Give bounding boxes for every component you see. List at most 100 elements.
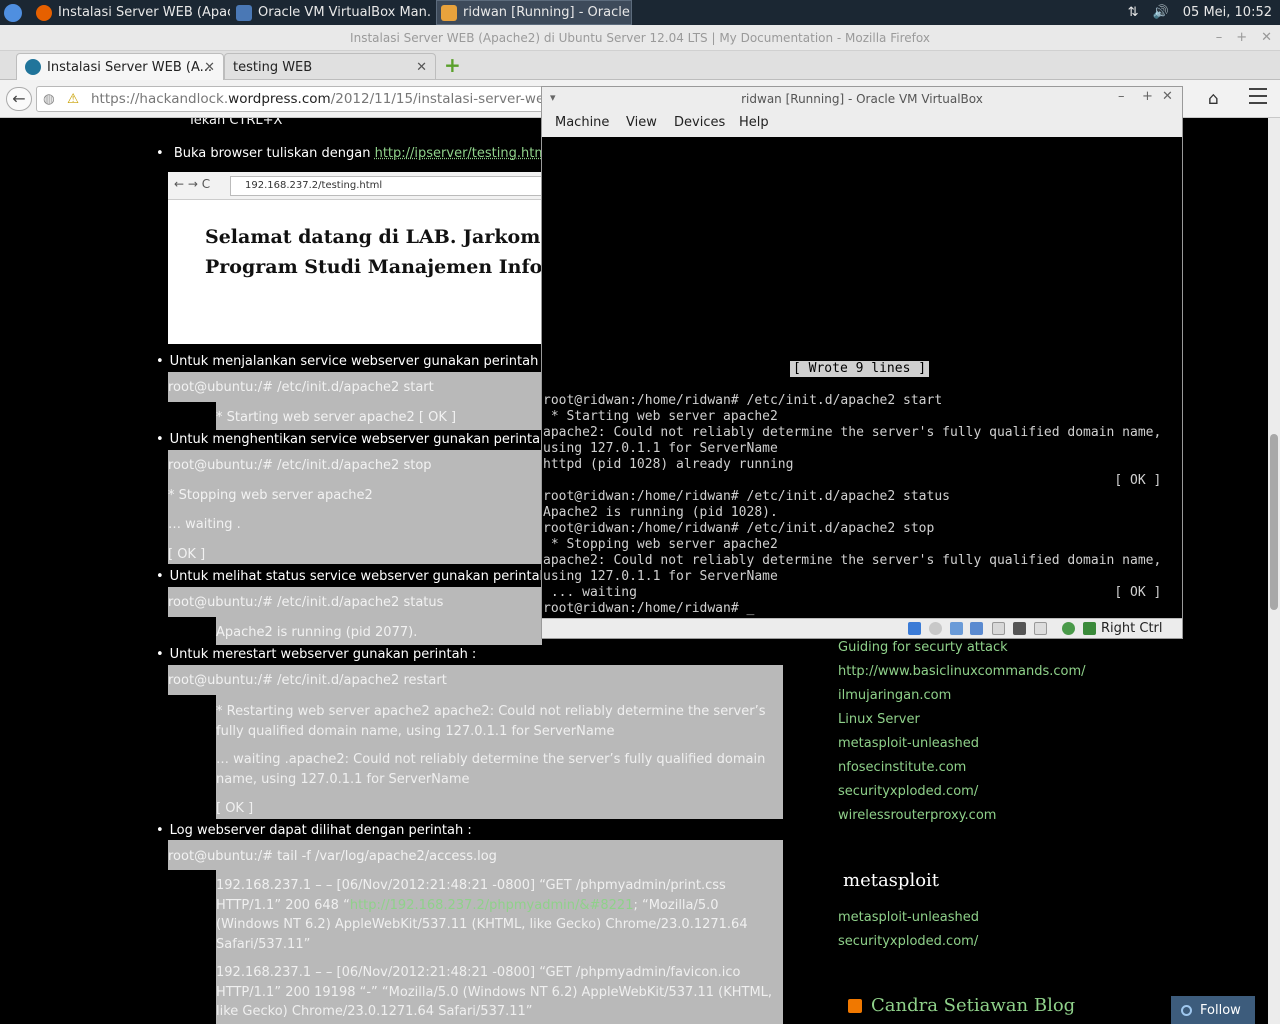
sidebar-link[interactable]: ilmujaringan.com <box>838 688 951 703</box>
screenshot-heading-1: Selamat datang di LAB. Jarkom <box>205 226 541 248</box>
code-output: Apache2 is running (pid 2077). <box>216 625 418 640</box>
home-icon[interactable]: ⌂ <box>1208 89 1219 109</box>
sidebar-link[interactable]: nfosecinstitute.com <box>838 760 966 775</box>
bullet-item: Untuk melihat status service webserver g… <box>156 569 557 584</box>
sidebar-link[interactable]: Guiding for securty attack <box>838 640 1008 655</box>
code-output: … waiting .apache2: Could not reliably d… <box>216 752 766 787</box>
vbox-title-bar: ridwan [Running] - Oracle VM VirtualBox <box>741 92 983 106</box>
tab-close-icon[interactable]: ✕ <box>204 60 215 75</box>
menu-machine[interactable]: Machine <box>555 115 609 130</box>
rss-title-link[interactable]: Candra Setiawan Blog <box>871 995 1075 1016</box>
menu-view[interactable]: View <box>626 115 657 130</box>
follow-button[interactable]: Follow <box>1171 996 1255 1024</box>
follow-label: Follow <box>1200 1002 1241 1018</box>
system-tray: ⇅ 🔊 05 Mei, 10:52 <box>1128 0 1280 25</box>
vm-console-screen[interactable]: [ Wrote 9 lines ] root@ridwan:/home/ridw… <box>542 137 1182 618</box>
new-tab-plus-icon[interactable]: + <box>444 55 462 75</box>
maximize-icon[interactable]: + <box>1236 25 1247 51</box>
sidebar-link[interactable]: securityxploded.com/ <box>838 784 978 799</box>
code-output: … waiting . <box>168 517 241 532</box>
testing-link[interactable]: http://ipserver/testing.htm <box>375 146 547 161</box>
code-line: root@ubuntu:/# /etc/init.d/apache2 start <box>168 380 434 395</box>
shield-icon: ◍ <box>43 91 55 107</box>
terminal-line: using 127.0.1.1 for ServerName <box>543 441 778 456</box>
sidebar-link[interactable]: http://www.basiclinuxcommands.com/ <box>838 664 1086 679</box>
maximize-icon[interactable]: + <box>1142 89 1153 104</box>
bullet-text: Buka browser tuliskan dengan <box>173 146 375 161</box>
back-arrow-icon[interactable]: ← <box>6 87 32 111</box>
sidebar-link[interactable]: securityxploded.com/ <box>838 934 978 949</box>
task-virtualbox-vm[interactable]: ridwan [Running] - Oracle ... <box>436 0 632 25</box>
rss-icon[interactable] <box>848 999 862 1013</box>
terminal-line: root@ridwan:/home/ridwan# /etc/init.d/ap… <box>543 393 943 408</box>
clock[interactable]: 05 Mei, 10:52 <box>1183 5 1272 20</box>
volume-icon[interactable]: 🔊 <box>1153 5 1169 20</box>
network-icon[interactable]: ⇅ <box>1128 5 1139 20</box>
menu-help[interactable]: Help <box>739 115 769 130</box>
mouse-integration-icon[interactable] <box>1062 622 1075 635</box>
tab-label: testing WEB <box>233 59 313 75</box>
menu-devices[interactable]: Devices <box>674 115 725 130</box>
task-virtualbox-manager[interactable]: Oracle VM VirtualBox Man... <box>236 0 430 25</box>
sidebar-link[interactable]: metasploit-unleashed <box>838 736 979 751</box>
code-line: root@ubuntu:/# /etc/init.d/apache2 statu… <box>168 595 444 610</box>
video-capture-icon[interactable] <box>1034 622 1047 635</box>
terminal-line: root@ridwan:/home/ridwan# /etc/init.d/ap… <box>543 489 950 504</box>
terminal-line: httpd (pid 1028) already running <box>543 457 794 472</box>
terminal-line: [ OK ] <box>543 473 1162 488</box>
bullet-item: Log webserver dapat dilihat dengan perin… <box>156 823 472 838</box>
nano-status: [ Wrote 9 lines ] <box>790 361 930 377</box>
log-link[interactable]: http://192.168.237.2/phpmyadmin/&#8221 <box>350 898 634 913</box>
tab-testing-web[interactable]: testing WEB ✕ <box>224 53 436 80</box>
terminal-line: Apache2 is running (pid 1028). <box>543 505 778 520</box>
sidebar-link[interactable]: metasploit-unleashed <box>838 910 979 925</box>
taskbar: Instalasi Server WEB (Apac... Oracle VM … <box>0 0 1280 25</box>
code-output: * Stopping web server apache2 <box>168 488 373 503</box>
terminal-line: ... waiting [ OK ] <box>543 585 1162 600</box>
tab-label: Instalasi Server WEB (A... <box>47 59 213 75</box>
vbox-menubar: Machine View Devices Help <box>542 111 1182 137</box>
instruction-text: Tekan CTRL+X <box>188 118 283 128</box>
menu-icon[interactable] <box>1249 88 1267 104</box>
usb-icon[interactable] <box>950 622 963 635</box>
optical-drive-icon[interactable] <box>929 622 942 635</box>
virtualbox-icon <box>236 4 252 21</box>
log-entry: 192.168.237.1 – – [06/Nov/2012:21:48:21 … <box>216 876 778 954</box>
network-adapter-icon[interactable] <box>970 622 983 635</box>
terminal-line: * Starting web server apache2 <box>543 409 778 424</box>
shared-folder-icon[interactable] <box>992 622 1005 635</box>
code-output: * Restarting web server apache2 apache2:… <box>216 704 766 739</box>
close-icon[interactable]: ✕ <box>1261 25 1272 51</box>
terminal-line: * Stopping web server apache2 <box>543 537 778 552</box>
url-prefix: https://hackandlock. <box>91 91 229 107</box>
task-label: Instalasi Server WEB (Apac... <box>58 5 230 20</box>
firefox-window-buttons: – + ✕ <box>1216 25 1272 51</box>
minimize-icon[interactable]: – <box>1118 89 1125 104</box>
terminal-line: apache2: Could not reliably determine th… <box>543 553 1162 568</box>
harddisk-icon[interactable] <box>908 622 921 635</box>
display-icon[interactable] <box>1013 622 1026 635</box>
host-key-icon[interactable] <box>1083 622 1096 635</box>
wordpress-icon <box>25 59 41 75</box>
bullet-item: Untuk menghentikan service webserver gun… <box>156 432 557 447</box>
follow-icon <box>1181 1004 1192 1016</box>
code-output: [ OK ] <box>168 547 206 562</box>
tab-instalasi[interactable]: Instalasi Server WEB (A... ✕ <box>16 53 224 80</box>
window-menu-icon[interactable]: ▾ <box>550 91 556 104</box>
firefox-icon <box>36 4 52 21</box>
terminal-line: root@ridwan:/home/ridwan# /etc/init.d/ap… <box>543 521 935 536</box>
screenshot-url: 192.168.237.2/testing.html <box>230 176 542 196</box>
close-icon[interactable]: ✕ <box>1162 89 1173 104</box>
screenshot-heading-2: Program Studi Manajemen Informatika <box>205 256 542 278</box>
sidebar-link[interactable]: wirelessrouterproxy.com <box>838 808 996 823</box>
back-arrow-icon: ← → C <box>174 177 211 191</box>
scrollbar-thumb[interactable] <box>1270 434 1278 610</box>
task-firefox[interactable]: Instalasi Server WEB (Apac... <box>36 0 230 25</box>
firefox-tab-strip: Instalasi Server WEB (A... ✕ testing WEB… <box>0 51 1280 80</box>
minimize-icon[interactable]: – <box>1216 25 1223 51</box>
host-key-label: Right Ctrl <box>1101 621 1163 636</box>
tab-close-icon[interactable]: ✕ <box>416 60 427 75</box>
sidebar-link[interactable]: Linux Server <box>838 712 920 727</box>
task-label: Oracle VM VirtualBox Man... <box>258 5 430 20</box>
start-menu-icon[interactable] <box>4 0 26 25</box>
